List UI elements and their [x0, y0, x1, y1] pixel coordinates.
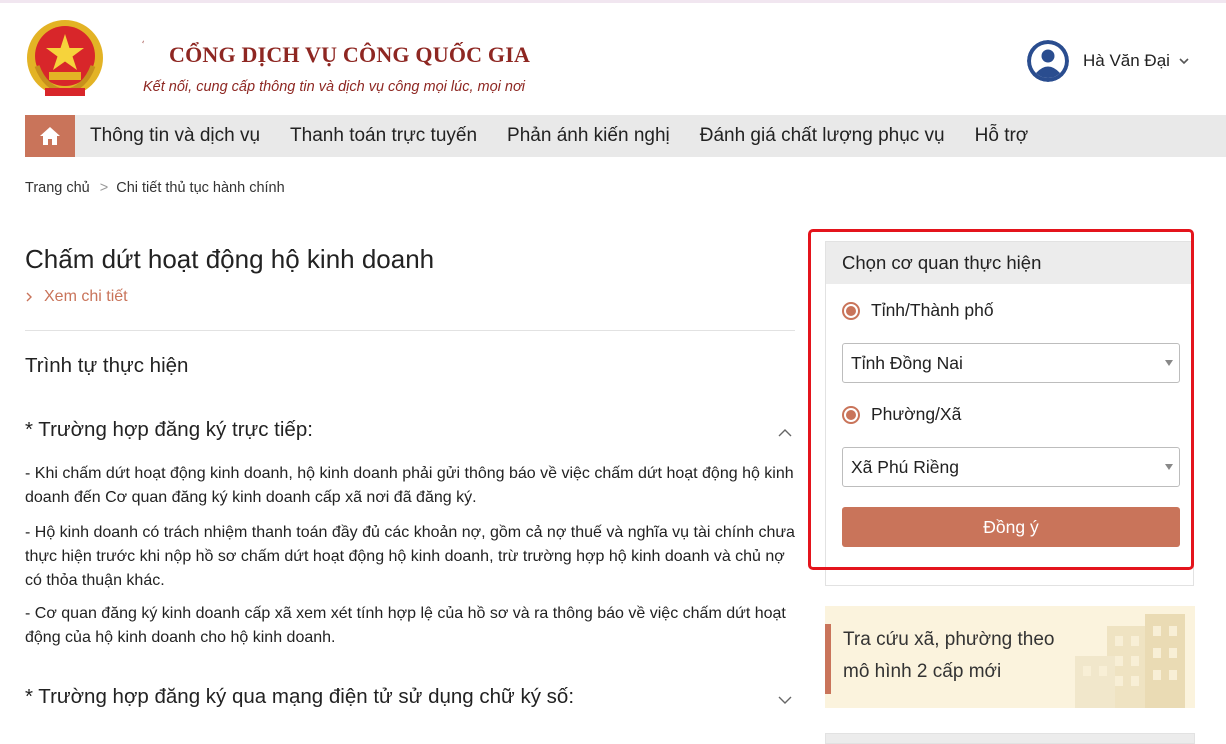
nav-item-service-rating[interactable]: Đánh giá chất lượng phục vụ	[700, 125, 945, 147]
main-nav: Thông tin và dịch vụ Thanh toán trực tuy…	[25, 115, 1226, 157]
breadcrumb-home[interactable]: Trang chủ	[25, 180, 90, 196]
view-detail-label[interactable]: Xem chi tiết	[44, 288, 128, 306]
site-header: CỔNG DỊCH VỤ CÔNG QUỐC GIA Kết nối, cung…	[0, 3, 1226, 115]
nav-item-support[interactable]: Hỗ trợ	[975, 125, 1029, 147]
case-direct-paragraph: - Hộ kinh doanh có trách nhiệm thanh toá…	[25, 524, 795, 589]
chevron-up-icon[interactable]	[777, 428, 793, 438]
case-direct-paragraph: - Khi chấm dứt hoạt động kinh doanh, hộ …	[25, 465, 794, 506]
home-icon	[40, 127, 60, 145]
building-icon	[1075, 614, 1185, 708]
case-direct-title[interactable]: * Trường hợp đăng ký trực tiếp:	[25, 418, 313, 442]
portal-subtitle: Kết nối, cung cấp thông tin và dịch vụ c…	[143, 79, 525, 95]
banner-accent-bar	[825, 624, 831, 694]
nav-item-online-payment[interactable]: Thanh toán trực tuyến	[290, 125, 477, 147]
national-emblem-icon[interactable]	[25, 18, 105, 102]
chevron-down-icon[interactable]	[1178, 55, 1190, 67]
breadcrumb-current[interactable]: Chi tiết thủ tục hành chính	[116, 180, 284, 196]
nav-home-button[interactable]	[25, 115, 75, 157]
chevron-right-icon	[26, 292, 32, 302]
banner-text-line1[interactable]: Tra cứu xã, phường theo	[843, 629, 1054, 651]
user-name[interactable]: Hà Văn Đại	[1083, 51, 1170, 71]
user-menu[interactable]: Hà Văn Đại	[1027, 40, 1190, 82]
user-avatar-icon	[1027, 40, 1069, 82]
view-detail-link[interactable]: Xem chi tiết	[25, 288, 128, 306]
breadcrumb: Trang chủ > Chi tiết thủ tục hành chính	[25, 180, 285, 196]
divider	[25, 330, 795, 331]
case-direct-paragraph: - Cơ quan đăng ký kinh doanh cấp xã xem …	[25, 605, 786, 646]
highlight-box	[808, 229, 1194, 570]
portal-logo-swoosh	[142, 40, 145, 44]
nav-item-info-services[interactable]: Thông tin và dịch vụ	[90, 125, 260, 147]
breadcrumb-separator: >	[99, 180, 109, 196]
page-title: Chấm dứt hoạt động hộ kinh doanh	[25, 244, 435, 274]
nav-item-feedback[interactable]: Phản ánh kiến nghị	[507, 125, 670, 147]
case-online-title[interactable]: * Trường hợp đăng ký qua mạng điện tử sử…	[25, 685, 574, 709]
chevron-down-icon[interactable]	[777, 695, 793, 705]
next-panel-header	[825, 733, 1195, 744]
ward-lookup-banner[interactable]: Tra cứu xã, phường theo mô hình 2 cấp mớ…	[825, 606, 1195, 708]
portal-title[interactable]: CỔNG DỊCH VỤ CÔNG QUỐC GIA	[169, 42, 530, 68]
section-title: Trình tự thực hiện	[25, 354, 189, 377]
banner-text-line2[interactable]: mô hình 2 cấp mới	[843, 661, 1001, 683]
